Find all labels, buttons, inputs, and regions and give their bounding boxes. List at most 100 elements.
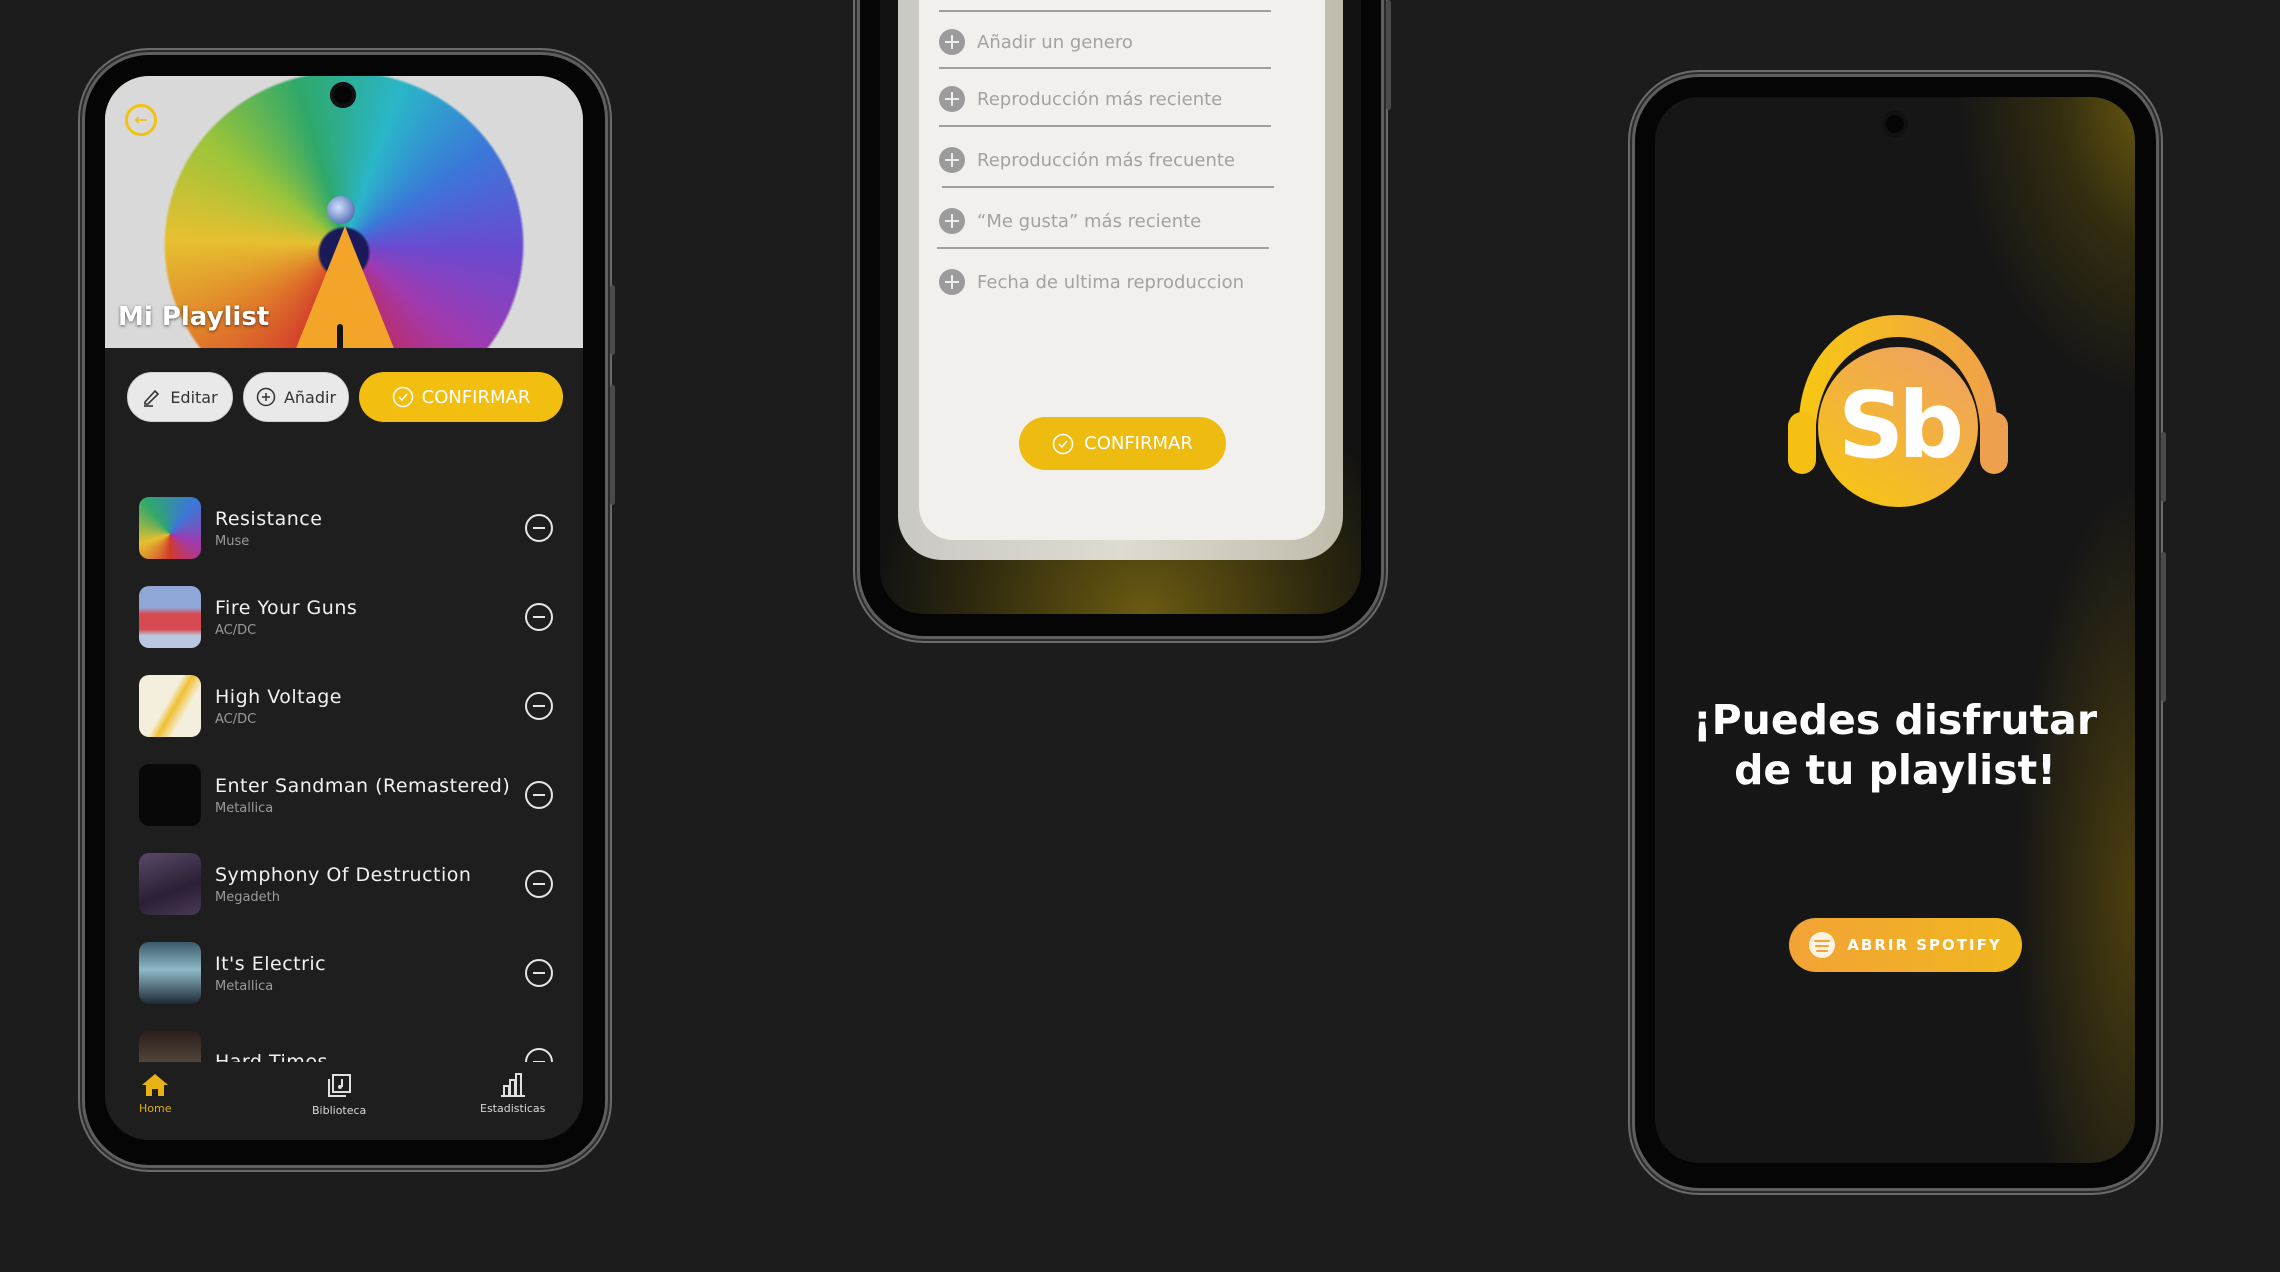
playlist-title: Mi Playlist	[118, 302, 270, 332]
bar-chart-icon	[500, 1073, 525, 1097]
song-artist: Muse	[215, 533, 250, 549]
option-most-recent-play[interactable]: Reproducción más reciente	[939, 84, 1279, 114]
phone-success-screen: Sb ¡Puedes disfrutar de tu playlist! ABR…	[1635, 77, 2166, 1188]
divider	[939, 125, 1271, 127]
plus-circle-icon	[256, 387, 276, 407]
phone-side-button	[1386, 0, 1391, 110]
playlist-screen: ← Mi Playlist Editar Añadir CONFIRMAR Re…	[105, 76, 583, 1140]
song-artist: Metallica	[215, 978, 274, 994]
nav-home[interactable]: Home	[139, 1072, 171, 1115]
song-title: Symphony Of Destruction	[215, 863, 472, 886]
headline-line-2: de tu playlist!	[1734, 746, 2056, 794]
add-button[interactable]: Añadir	[243, 372, 349, 422]
divider	[942, 186, 1274, 188]
cover-figure	[337, 324, 343, 348]
playlist-actions: Editar Añadir CONFIRMAR	[127, 372, 563, 422]
album-thumbnail	[139, 764, 201, 826]
options-sheet: Añadir un genero Reproducción más recien…	[898, 0, 1343, 560]
remove-song-icon[interactable]	[525, 781, 553, 809]
confirm-filters-label: CONFIRMAR	[1084, 433, 1193, 454]
front-camera	[330, 82, 356, 108]
song-artist: Metallica	[215, 800, 274, 816]
front-camera	[1882, 111, 1908, 137]
options-panel: Añadir un genero Reproducción más recien…	[919, 0, 1325, 540]
cover-earth	[327, 196, 355, 224]
song-artist: Megadeth	[215, 889, 281, 905]
nav-estadisticas-label: Estadisticas	[480, 1102, 546, 1115]
confirm-filters-button[interactable]: CONFIRMAR	[1019, 417, 1226, 470]
nav-estadisticas[interactable]: Estadisticas	[480, 1072, 545, 1115]
nav-biblioteca-label: Biblioteca	[312, 1104, 367, 1117]
left-earcup	[1788, 412, 1816, 474]
song-row[interactable]: Resistance Muse	[139, 497, 559, 559]
option-last-played-date[interactable]: Fecha de ultima reproduccion	[939, 267, 1279, 297]
song-artist: AC/DC	[215, 711, 257, 727]
phone-side-button	[610, 385, 615, 505]
phone-side-button	[2161, 432, 2166, 502]
remove-song-icon[interactable]	[525, 959, 553, 987]
edit-button[interactable]: Editar	[127, 372, 233, 422]
option-label: Fecha de ultima reproduccion	[977, 271, 1245, 293]
album-thumbnail	[139, 942, 201, 1004]
option-label: “Me gusta” más reciente	[977, 210, 1202, 232]
song-row[interactable]: It's Electric Metallica	[139, 942, 559, 1004]
back-button[interactable]: ←	[125, 104, 157, 136]
check-circle-icon	[392, 386, 413, 408]
song-row[interactable]: High Voltage AC/DC	[139, 675, 559, 737]
confirm-label: CONFIRMAR	[421, 386, 531, 408]
spotify-icon	[1809, 932, 1836, 958]
remove-song-icon[interactable]	[525, 870, 553, 898]
album-thumbnail	[139, 675, 201, 737]
phone-playlist-screen: ← Mi Playlist Editar Añadir CONFIRMAR Re…	[85, 55, 615, 1165]
song-title: Resistance	[215, 507, 323, 530]
edit-label: Editar	[170, 387, 218, 407]
song-row[interactable]: Fire Your Guns AC/DC	[139, 586, 559, 648]
plus-icon	[939, 208, 965, 234]
song-title: High Voltage	[215, 685, 342, 708]
arrow-left-icon: ←	[134, 110, 148, 129]
divider	[939, 10, 1271, 12]
remove-song-icon[interactable]	[525, 514, 553, 542]
plus-icon	[939, 269, 965, 295]
song-title: Fire Your Guns	[215, 596, 358, 619]
confirm-button[interactable]: CONFIRMAR	[359, 372, 563, 422]
option-label: Reproducción más frecuente	[977, 149, 1235, 171]
open-spotify-button[interactable]: ABRIR SPOTIFY	[1789, 918, 2022, 972]
remove-song-icon[interactable]	[525, 603, 553, 631]
option-most-recent-like[interactable]: “Me gusta” más reciente	[939, 206, 1279, 236]
song-artist: AC/DC	[215, 622, 257, 638]
success-headline: ¡Puedes disfrutar de tu playlist!	[1655, 695, 2135, 795]
nav-biblioteca[interactable]: Biblioteca	[312, 1072, 366, 1117]
right-earcup	[1980, 412, 2008, 474]
album-thumbnail	[139, 853, 201, 915]
phone-filter-screen: Añadir un genero Reproducción más recien…	[860, 0, 1391, 636]
library-icon	[328, 1074, 352, 1097]
logo-text: Sb	[1838, 372, 1960, 479]
plus-icon	[939, 147, 965, 173]
option-most-frequent-play[interactable]: Reproducción más frecuente	[939, 145, 1279, 175]
remove-song-icon[interactable]	[525, 692, 553, 720]
app-logo: Sb	[1788, 315, 2008, 507]
check-circle-icon	[1052, 433, 1074, 454]
option-label: Añadir un genero	[977, 31, 1133, 53]
song-title: Enter Sandman (Remastered)	[215, 774, 511, 797]
option-label: Reproducción más reciente	[977, 88, 1223, 110]
song-row[interactable]: Symphony Of Destruction Megadeth	[139, 853, 559, 915]
song-title: It's Electric	[215, 952, 327, 975]
playlist-cover-image: ← Mi Playlist	[105, 76, 583, 348]
phone-side-button	[610, 285, 615, 355]
headline-line-1: ¡Puedes disfrutar	[1692, 696, 2098, 744]
add-label: Añadir	[283, 387, 337, 407]
pencil-icon	[144, 389, 160, 407]
open-spotify-label: ABRIR SPOTIFY	[1847, 936, 2002, 954]
divider	[939, 67, 1271, 69]
option-add-genre[interactable]: Añadir un genero	[939, 27, 1279, 57]
home-icon	[142, 1074, 169, 1096]
nav-home-label: Home	[139, 1102, 172, 1115]
divider	[937, 247, 1269, 249]
album-thumbnail	[139, 497, 201, 559]
phone-side-button	[2161, 552, 2166, 702]
song-row[interactable]: Enter Sandman (Remastered) Metallica	[139, 764, 559, 826]
filter-screen: Añadir un genero Reproducción más recien…	[880, 0, 1361, 614]
bottom-nav: Home Biblioteca Estadisticas	[105, 1062, 583, 1140]
